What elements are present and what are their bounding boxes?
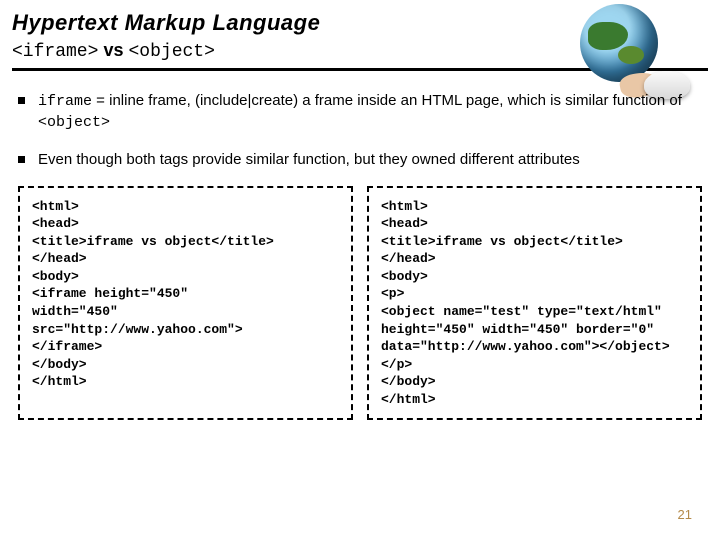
- code-iframe-example: <html> <head> <title>iframe vs object</t…: [18, 186, 353, 421]
- bullet-text: = inline frame, (include|create) a frame…: [92, 92, 682, 109]
- code-columns: <html> <head> <title>iframe vs object</t…: [0, 186, 720, 421]
- bullet-item: iframe = inline frame, (include|create) …: [34, 91, 698, 134]
- subtitle-vs: vs: [103, 40, 123, 60]
- page-subtitle: <iframe> vs <object>: [12, 40, 708, 62]
- code-object-example: <html> <head> <title>iframe vs object</t…: [367, 186, 702, 421]
- page-title: Hypertext Markup Language: [12, 10, 708, 36]
- bullet-code: iframe: [38, 93, 92, 110]
- subtitle-iframe-tag: <iframe>: [12, 42, 98, 62]
- subtitle-object-tag: <object>: [128, 42, 214, 62]
- bullet-text: Even though both tags provide similar fu…: [38, 151, 580, 168]
- page-number: 21: [678, 507, 692, 522]
- bullet-tail-code: <object>: [38, 114, 110, 131]
- header-divider: [12, 68, 708, 71]
- content-area: iframe = inline frame, (include|create) …: [0, 71, 720, 170]
- bullet-item: Even though both tags provide similar fu…: [34, 150, 698, 170]
- slide-header: Hypertext Markup Language <iframe> vs <o…: [0, 0, 720, 71]
- bullet-list: iframe = inline frame, (include|create) …: [34, 91, 698, 170]
